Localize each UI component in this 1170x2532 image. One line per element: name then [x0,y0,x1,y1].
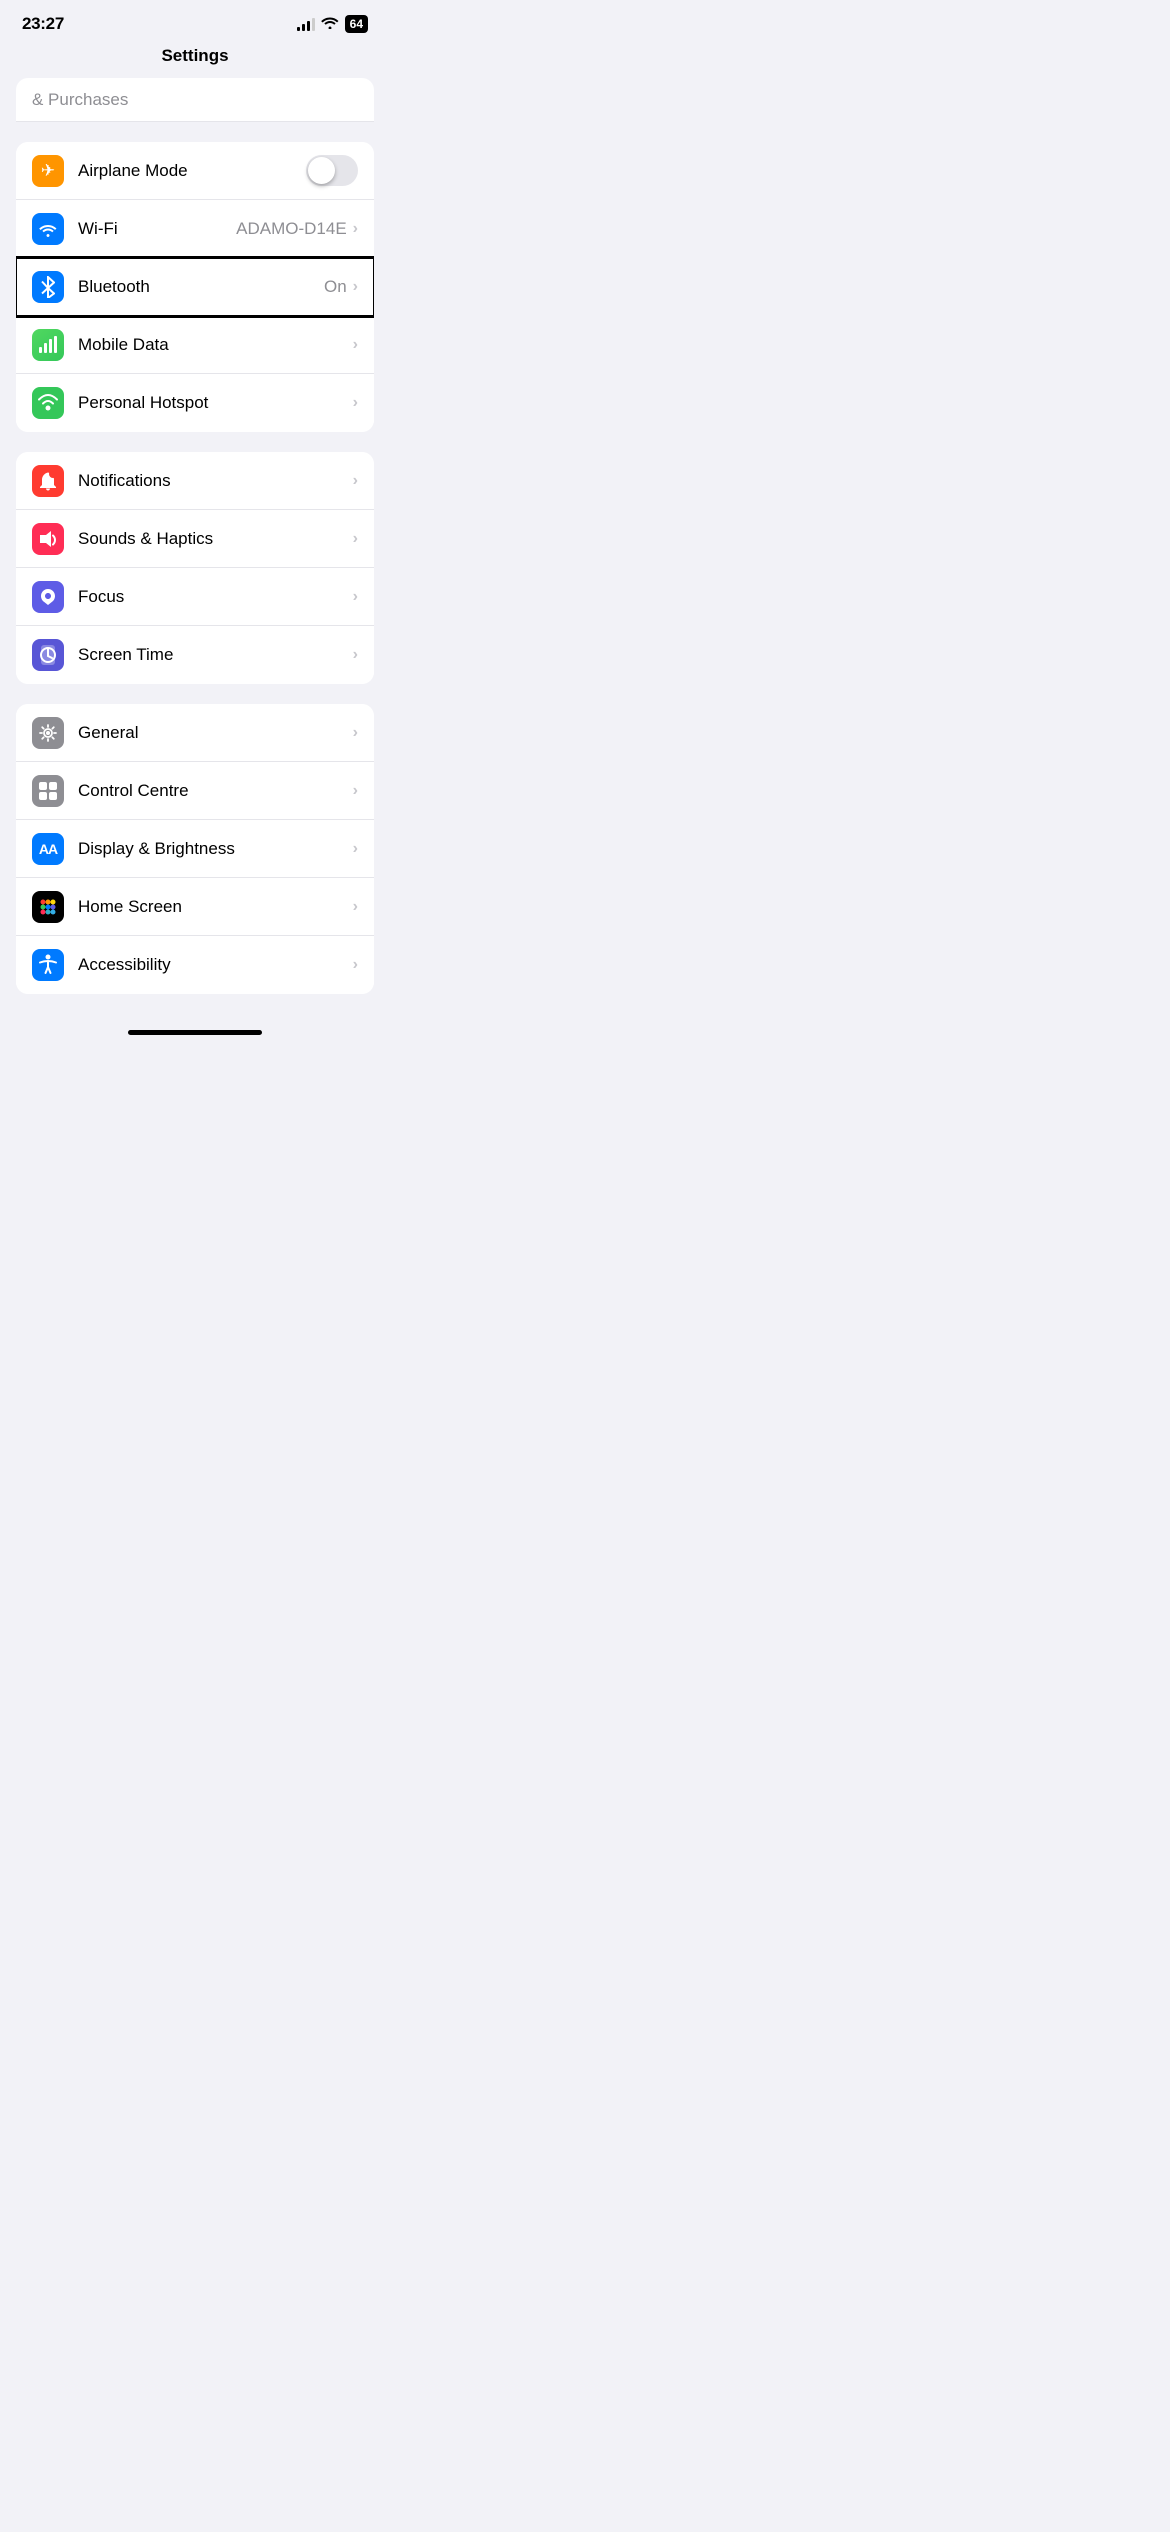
personal-hotspot-chevron: › [353,394,358,412]
accessibility-chevron: › [353,956,358,974]
accessibility-label: Accessibility [78,955,353,975]
wifi-status-icon [321,15,339,33]
wifi-value: ADAMO-D14E [236,219,347,239]
status-time: 23:27 [22,14,64,34]
bluetooth-value: On [324,277,347,297]
wifi-chevron: › [353,220,358,238]
mobile-data-row[interactable]: Mobile Data › [16,316,374,374]
display-brightness-row[interactable]: AA Display & Brightness › [16,820,374,878]
mobile-data-chevron: › [353,336,358,354]
control-centre-row[interactable]: Control Centre › [16,762,374,820]
connectivity-group: ✈ Airplane Mode Wi-Fi ADAMO-D14E › Bluet… [16,142,374,432]
personal-hotspot-icon [32,387,64,419]
general-icon [32,717,64,749]
control-centre-icon [32,775,64,807]
battery-level: 64 [350,17,363,31]
wifi-row[interactable]: Wi-Fi ADAMO-D14E › [16,200,374,258]
display-brightness-chevron: › [353,840,358,858]
sounds-haptics-label: Sounds & Haptics [78,529,353,549]
signal-icon [297,18,315,31]
mobile-data-icon [32,329,64,361]
focus-label: Focus [78,587,353,607]
bluetooth-icon [32,271,64,303]
home-screen-label: Home Screen [78,897,353,917]
screen-time-row[interactable]: Screen Time › [16,626,374,684]
mobile-data-label: Mobile Data [78,335,353,355]
general-row[interactable]: General › [16,704,374,762]
control-centre-label: Control Centre [78,781,353,801]
screen-time-icon [32,639,64,671]
accessibility-row[interactable]: Accessibility › [16,936,374,994]
display-brightness-label: Display & Brightness [78,839,353,859]
display-brightness-icon: AA [32,833,64,865]
airplane-mode-icon: ✈ [32,155,64,187]
airplane-mode-label: Airplane Mode [78,161,306,181]
home-indicator [0,1014,390,1043]
personal-hotspot-row[interactable]: Personal Hotspot › [16,374,374,432]
bluetooth-chevron: › [353,278,358,296]
airplane-mode-row[interactable]: ✈ Airplane Mode [16,142,374,200]
accessibility-icon [32,949,64,981]
nav-title-bar: Settings [0,42,390,78]
notifications-label: Notifications [78,471,353,491]
bluetooth-row[interactable]: Bluetooth On › [16,258,374,316]
wifi-label: Wi-Fi [78,219,236,239]
partial-row: & Purchases [16,78,374,122]
focus-chevron: › [353,588,358,606]
home-indicator-bar [128,1030,262,1035]
notifications-chevron: › [353,472,358,490]
notifications-icon [32,465,64,497]
screen-time-label: Screen Time [78,645,353,665]
page-title: Settings [161,46,228,65]
control-centre-chevron: › [353,782,358,800]
airplane-mode-toggle[interactable] [306,155,358,186]
home-screen-chevron: › [353,898,358,916]
focus-row[interactable]: Focus › [16,568,374,626]
system-group: General › Control Centre › AA Display & … [16,704,374,994]
battery-icon: 64 [345,15,368,33]
home-screen-row[interactable]: Home Screen › [16,878,374,936]
sounds-haptics-icon [32,523,64,555]
bluetooth-label: Bluetooth [78,277,324,297]
general-chevron: › [353,724,358,742]
screen-time-chevron: › [353,646,358,664]
wifi-icon [32,213,64,245]
notifications-group: Notifications › Sounds & Haptics › Focus… [16,452,374,684]
personal-hotspot-label: Personal Hotspot [78,393,353,413]
sounds-haptics-row[interactable]: Sounds & Haptics › [16,510,374,568]
focus-icon [32,581,64,613]
home-screen-icon [32,891,64,923]
status-icons: 64 [297,15,368,33]
status-bar: 23:27 64 [0,0,390,42]
notifications-row[interactable]: Notifications › [16,452,374,510]
sounds-haptics-chevron: › [353,530,358,548]
general-label: General [78,723,353,743]
